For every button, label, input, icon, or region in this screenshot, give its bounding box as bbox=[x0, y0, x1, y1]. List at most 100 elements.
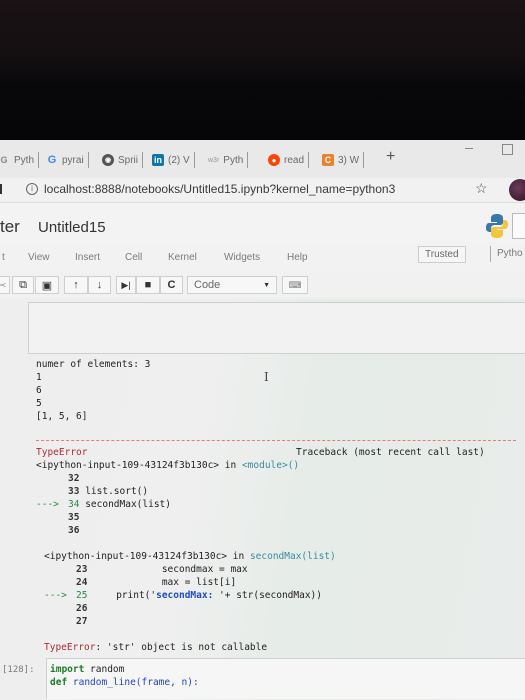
kernel-indicator: Pytho bbox=[490, 246, 523, 262]
menu-cell[interactable]: Cell bbox=[125, 252, 142, 263]
stop-icon: ■ bbox=[144, 279, 152, 291]
traceback-line: 27 bbox=[76, 616, 88, 627]
info-icon[interactable]: i bbox=[26, 183, 38, 195]
notebook-toolbar: ✂ ⧉ ▣ ↑ ↓ ▶| ■ C Code ▼ ⌨ bbox=[0, 272, 525, 298]
output-line: 6 bbox=[36, 385, 42, 396]
traceback-frame-location: <ipython-input-109-43124f3b130c> in <mod… bbox=[36, 459, 299, 472]
traceback-line-current: ---> 34 secondMax(list) bbox=[36, 499, 171, 510]
menu-view[interactable]: View bbox=[28, 252, 50, 263]
tab-linkedin[interactable]: in (2) V bbox=[152, 150, 195, 170]
tab-reddit[interactable]: ● read bbox=[268, 150, 310, 170]
traceback-line: 23 secondmax = max bbox=[76, 564, 248, 575]
code-cell-input[interactable] bbox=[28, 302, 525, 354]
new-tab-button[interactable]: + bbox=[386, 148, 395, 166]
paste-button[interactable]: ▣ bbox=[35, 276, 59, 294]
frame-in: in bbox=[232, 551, 245, 562]
traceback-line: 33 list.sort() bbox=[68, 486, 149, 497]
url-input[interactable]: localhost:8888/notebooks/Untitled15.ipyn… bbox=[44, 182, 395, 196]
minimize-button[interactable] bbox=[465, 148, 473, 149]
frame-file: <ipython-input-109-43124f3b130c> bbox=[44, 551, 228, 562]
trusted-badge[interactable]: Trusted bbox=[418, 246, 466, 263]
tab-label: pyrai bbox=[62, 154, 84, 166]
python-logo-icon bbox=[486, 214, 508, 238]
traceback-line: 32 bbox=[68, 473, 80, 484]
menu-help[interactable]: Help bbox=[287, 252, 308, 263]
address-bar: i localhost:8888/notebooks/Untitled15.ip… bbox=[0, 178, 525, 202]
traceback-line: 36 bbox=[68, 525, 80, 536]
output-line: numer of elements: 3 bbox=[36, 359, 151, 370]
logout-button[interactable] bbox=[512, 213, 525, 239]
tab-label: 3) W bbox=[338, 154, 360, 166]
traceback-line-current: ---> 25 print('secondMax: '+ str(secondMa… bbox=[44, 590, 322, 601]
jupyter-logo[interactable]: ter bbox=[0, 217, 20, 237]
traceback-line: 35 bbox=[68, 512, 80, 523]
cut-button[interactable]: ✂ bbox=[0, 276, 10, 294]
frame-in: in bbox=[224, 460, 237, 471]
linkedin-icon: in bbox=[152, 154, 164, 166]
copy-button[interactable]: ⧉ bbox=[12, 276, 34, 294]
browser-window: G Pyth G pyrai ◉ Sprii in (2) V w3r Pyth… bbox=[0, 140, 525, 700]
globe-icon: ◉ bbox=[102, 154, 114, 166]
google-icon: G bbox=[0, 155, 8, 165]
tab-spring[interactable]: ◉ Sprii bbox=[102, 150, 144, 170]
tab-python-1[interactable]: G Pyth bbox=[0, 150, 40, 170]
output-line: 1 bbox=[36, 372, 42, 383]
tab-google-pyramid[interactable]: G pyrai bbox=[46, 150, 89, 170]
move-down-button[interactable]: ↓ bbox=[88, 276, 111, 294]
tab-label: Pyth bbox=[223, 154, 244, 166]
tab-bar: G Pyth G pyrai ◉ Sprii in (2) V w3r Pyth… bbox=[0, 140, 525, 178]
input-prompt: [128]: bbox=[2, 665, 35, 675]
output-line: [1, 5, 6] bbox=[36, 411, 88, 422]
traceback-frame-location: <ipython-input-109-43124f3b130c> in seco… bbox=[44, 550, 336, 563]
move-up-button[interactable]: ↑ bbox=[64, 276, 88, 294]
error-message: TypeError: 'str' object is not callable bbox=[44, 642, 268, 653]
photo-background bbox=[0, 0, 525, 140]
arrow-down-icon: ↓ bbox=[96, 279, 103, 291]
menu-edit[interactable]: t bbox=[2, 252, 5, 263]
bookmark-star-icon[interactable]: ☆ bbox=[475, 180, 488, 197]
traceback-line: 24 max = list[i] bbox=[76, 577, 237, 588]
next-cell-code: import random def random_line(frame, n): bbox=[50, 664, 199, 688]
tab-label: read bbox=[284, 154, 305, 166]
menu-widgets[interactable]: Widgets bbox=[224, 252, 260, 263]
menu-kernel[interactable]: Kernel bbox=[168, 252, 197, 263]
run-button[interactable]: ▶| bbox=[116, 276, 136, 294]
keyboard-icon: ⌨ bbox=[288, 279, 302, 290]
w3r-icon: w3r bbox=[208, 156, 220, 164]
cell-type-select[interactable]: Code ▼ bbox=[187, 276, 277, 294]
tab-label: Sprii bbox=[118, 154, 139, 166]
reddit-icon: ● bbox=[268, 154, 280, 166]
text-cursor-icon: I bbox=[264, 370, 269, 384]
notebook-area: numer of elements: 3 1 6 5 [1, 5, 6] I T… bbox=[0, 298, 525, 700]
chevron-down-icon: ▼ bbox=[263, 281, 270, 289]
frame-file: <ipython-input-109-43124f3b130c> bbox=[36, 460, 220, 471]
c-icon: C bbox=[322, 154, 334, 166]
arrow-up-icon: ↑ bbox=[73, 279, 79, 291]
restart-button[interactable]: C bbox=[160, 276, 183, 294]
notebook-title[interactable]: Untitled15 bbox=[38, 219, 106, 236]
traceback-line: 26 bbox=[76, 603, 88, 614]
command-palette-button[interactable]: ⌨ bbox=[282, 276, 308, 294]
menu-insert[interactable]: Insert bbox=[75, 252, 100, 263]
paste-icon: ▣ bbox=[41, 279, 53, 292]
traceback-error-type: TypeError bbox=[36, 447, 88, 458]
back-button-edge[interactable] bbox=[0, 184, 2, 194]
frame-func: secondMax(list) bbox=[249, 551, 336, 562]
traceback-divider bbox=[36, 440, 516, 441]
tab-w3resource[interactable]: w3r Pyth bbox=[208, 150, 249, 170]
copy-icon: ⧉ bbox=[19, 278, 27, 291]
scissors-icon: ✂ bbox=[0, 279, 7, 292]
maximize-button[interactable] bbox=[502, 144, 513, 155]
cell-type-value: Code bbox=[194, 279, 221, 291]
frame-func: <module>() bbox=[241, 460, 300, 471]
google-icon: G bbox=[47, 154, 57, 166]
traceback-header: Traceback (most recent call last) bbox=[296, 447, 485, 458]
restart-icon: C bbox=[167, 279, 176, 291]
interrupt-button[interactable]: ■ bbox=[136, 276, 160, 294]
jupyter-header: ter Untitled15 bbox=[0, 202, 525, 243]
output-line: 5 bbox=[36, 398, 42, 409]
step-forward-icon: ▶| bbox=[121, 279, 131, 290]
tab-codecademy[interactable]: C 3) W bbox=[322, 150, 365, 170]
tab-label: (2) V bbox=[168, 154, 190, 166]
profile-avatar[interactable] bbox=[509, 179, 525, 201]
